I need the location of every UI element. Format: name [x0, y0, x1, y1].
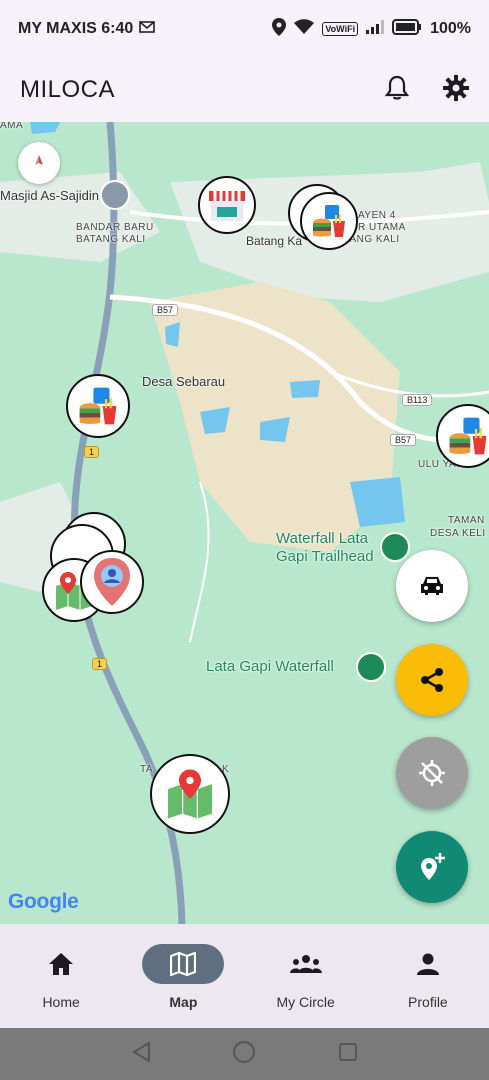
nav-item-map[interactable]: Map	[122, 924, 244, 1028]
food-marker[interactable]	[66, 374, 130, 438]
system-navigation-bar	[0, 1028, 489, 1080]
map-label-taman-2: DESA KELI	[430, 528, 486, 539]
road-badge-b57-right: B57	[390, 434, 417, 446]
map-label-utama-1: AYEN 4	[358, 210, 396, 221]
food-icon	[449, 417, 487, 455]
mosque-pin-icon[interactable]	[100, 180, 130, 210]
map-pin-icon	[167, 769, 213, 819]
map-label-top-left: AMA	[0, 122, 24, 131]
map-icon	[170, 952, 197, 976]
nav-item-my-circle[interactable]: My Circle	[245, 924, 367, 1028]
app-bar: MILOCA	[0, 58, 489, 122]
location-icon	[272, 17, 287, 41]
person-pin-icon	[94, 558, 130, 606]
nav-item-profile[interactable]: Profile	[367, 924, 489, 1028]
gps-off-icon	[419, 760, 445, 786]
carrier-time: MY MAXIS 6:40	[18, 20, 134, 37]
car-icon	[421, 577, 443, 595]
food-icon	[79, 387, 117, 425]
nav-label-home: Home	[42, 994, 80, 1010]
nav-label-map: Map	[169, 994, 198, 1010]
map-label-batang-kali: Batang Ka	[246, 234, 303, 248]
recents-icon[interactable]	[338, 1042, 358, 1067]
add-location-button[interactable]	[396, 831, 468, 903]
road-badge-route-1-a: 1	[84, 446, 100, 458]
hiking-pin-icon[interactable]	[356, 652, 386, 682]
map-label-waterfall-2: Gapi Trailhead	[276, 548, 374, 565]
gear-icon[interactable]	[443, 74, 469, 106]
google-attribution: Google	[8, 890, 79, 914]
nav-label-profile: Profile	[408, 994, 448, 1010]
shop-icon	[209, 191, 245, 221]
group-icon	[289, 955, 322, 973]
map-label-bandar-baru-1: BANDAR BARU	[76, 222, 154, 233]
nav-item-home[interactable]: Home	[0, 924, 122, 1028]
share-icon	[421, 668, 443, 692]
vowifi-badge: VoWiFi	[322, 22, 359, 36]
person-icon	[416, 953, 439, 975]
car-button[interactable]	[396, 550, 468, 622]
bottom-navigation: Home Map My Circle Profile	[0, 924, 489, 1028]
google-attribution-text: Google	[8, 890, 79, 913]
gps-off-button[interactable]	[396, 737, 468, 809]
map-label-desa-sebarau: Desa Sebarau	[142, 374, 226, 389]
battery-icon	[392, 18, 422, 40]
wifi-icon	[294, 18, 315, 40]
share-button[interactable]	[396, 644, 468, 716]
signal-icon	[366, 19, 385, 39]
battery-percent: 100%	[430, 20, 471, 37]
road-badge-b113: B113	[402, 394, 433, 406]
compass-icon	[35, 155, 43, 165]
bell-icon[interactable]	[384, 75, 410, 106]
nav-label-my-circle: My Circle	[276, 994, 335, 1010]
map-label-waterfall-1: Waterfall Lata	[276, 530, 368, 547]
person-location-marker[interactable]	[80, 550, 144, 614]
app-title: MILOCA	[20, 76, 116, 103]
map-label-masjid: Masjid As-Sajidin	[0, 188, 99, 203]
road-badge-b57-top: B57	[152, 304, 179, 316]
map-label-taman-1: TAMAN	[448, 515, 485, 526]
food-icon	[313, 205, 345, 237]
home-icon	[49, 953, 74, 975]
map-label-utama-2: R UTAMA	[358, 222, 406, 233]
hiking-pin-icon[interactable]	[380, 532, 410, 562]
add-location-icon	[421, 853, 445, 880]
road-badge-route-1-b: 1	[92, 658, 108, 670]
map-label-tamak: TA	[140, 764, 154, 775]
mail-icon	[139, 20, 156, 38]
status-bar: MY MAXIS 6:40 VoWiFi 100%	[0, 0, 489, 58]
food-marker[interactable]	[300, 192, 358, 250]
map-location-marker[interactable]	[150, 754, 230, 834]
shop-marker[interactable]	[198, 176, 256, 234]
compass-button[interactable]	[18, 142, 60, 184]
back-icon[interactable]	[131, 1040, 151, 1068]
map-label-bandar-baru-2: BATANG KALI	[76, 234, 146, 245]
home-circle-icon[interactable]	[232, 1040, 256, 1069]
map-label-lata-gapi: Lata Gapi Waterfall	[206, 658, 334, 675]
